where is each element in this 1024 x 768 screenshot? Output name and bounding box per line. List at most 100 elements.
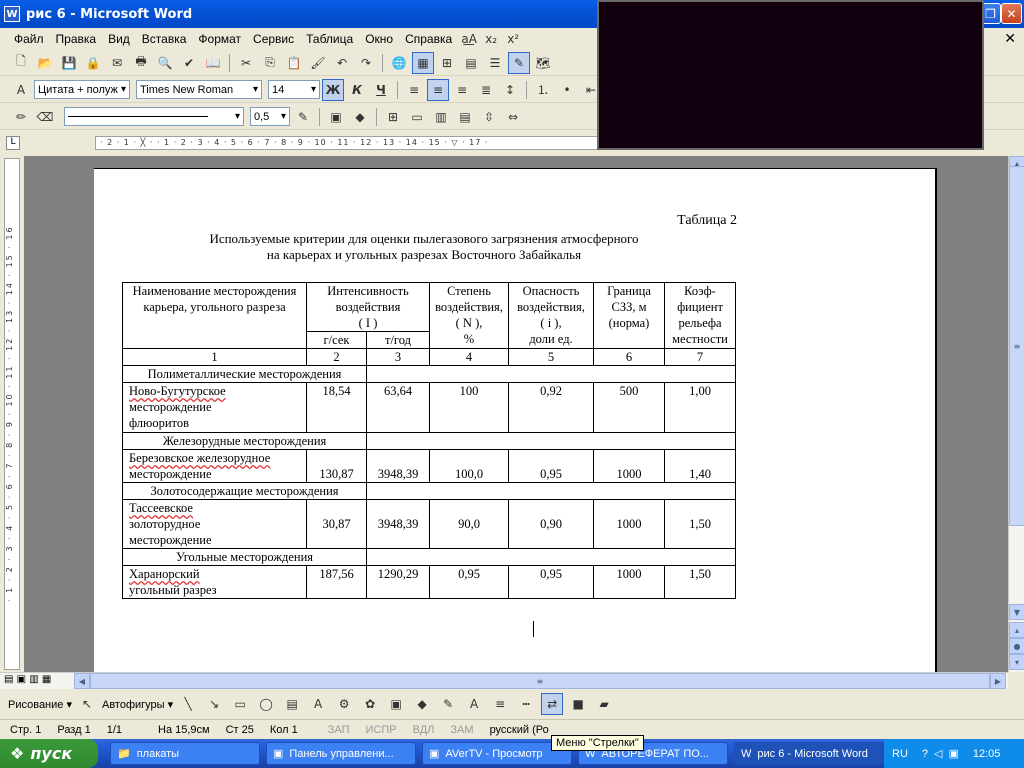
italic-icon[interactable]: К [346, 79, 368, 101]
cut-icon[interactable]: ✂ [235, 52, 257, 74]
scroll-left-button[interactable]: ◀ [74, 673, 90, 689]
vertical-ruler[interactable]: · 1 · 2 · 3 · 4 · 5 · 6 · 7 · 8 · 9 · 10… [4, 158, 20, 670]
line-width-combo[interactable]: 0,5 [250, 107, 290, 126]
styles-icon[interactable]: A [10, 79, 32, 101]
menu-help[interactable]: Справка [399, 32, 458, 46]
tab-selector-icon[interactable]: L [6, 136, 20, 150]
subscript-icon[interactable]: x₂ [480, 28, 502, 50]
drawing-icon[interactable]: ✎ [508, 51, 530, 74]
font-size-combo[interactable]: 14 [268, 80, 320, 99]
distribute-columns-icon[interactable]: ⇔ [502, 106, 524, 128]
picture-icon[interactable]: ▣ [385, 693, 407, 715]
bullets-icon[interactable]: • [556, 79, 578, 101]
clipart-icon[interactable]: ✿ [359, 693, 381, 715]
document-close-button[interactable]: ✕ [1004, 31, 1016, 47]
align-right-icon[interactable]: ≡ [451, 79, 473, 101]
columns-icon[interactable]: ☰ [484, 52, 506, 74]
research-icon[interactable]: 📖 [202, 52, 224, 74]
diagram-icon[interactable]: ⚙ [333, 693, 355, 715]
line-spacing-icon[interactable]: ↕ [499, 79, 521, 101]
font-combo[interactable]: Times New Roman [136, 80, 262, 99]
copy-icon[interactable]: ⎘ [259, 52, 281, 74]
menu-file[interactable]: Файл [8, 32, 50, 46]
status-trk[interactable]: ИСПР [366, 724, 397, 736]
bold-icon[interactable]: Ж [322, 78, 344, 101]
language-indicator[interactable]: RU [892, 748, 908, 760]
arrow-icon[interactable]: ↘ [203, 693, 225, 715]
oval-icon[interactable]: ◯ [255, 693, 277, 715]
insert-excel-icon[interactable]: ▤ [460, 52, 482, 74]
insert-table-icon[interactable]: ⊞ [436, 52, 458, 74]
permission-icon[interactable]: 🔒 [82, 52, 104, 74]
align-center-icon[interactable]: ≡ [427, 78, 449, 101]
superscript-icon[interactable]: x² [502, 28, 524, 50]
arrow-style-icon[interactable]: ⇄ [541, 693, 564, 715]
merge-cells-icon[interactable]: ▭ [406, 106, 428, 128]
tables-borders-icon[interactable]: ▦ [412, 51, 434, 74]
menu-window[interactable]: Окно [359, 32, 399, 46]
3d-icon[interactable]: ▰ [593, 693, 615, 715]
select-browse-object-button[interactable]: ● [1009, 638, 1024, 654]
autoshapes-menu[interactable]: Автофигуры ▾ [102, 698, 173, 711]
new-document-icon[interactable]: 🗋 [10, 52, 32, 74]
volume-icon[interactable]: ◁ [934, 747, 942, 760]
save-icon[interactable]: 💾 [58, 52, 80, 74]
align-left-icon[interactable]: ≡ [403, 79, 425, 101]
open-icon[interactable]: 📂 [34, 52, 56, 74]
hscroll-thumb[interactable]: ≡ [90, 673, 990, 689]
scroll-down-button[interactable]: ▼ [1009, 604, 1024, 620]
print-preview-icon[interactable]: 🔍 [154, 52, 176, 74]
menu-table[interactable]: Таблица [300, 32, 359, 46]
line-icon[interactable]: ╲ [177, 693, 199, 715]
document-page[interactable]: Таблица 2 Используемые критерии для оцен… [94, 168, 937, 672]
prev-page-button[interactable]: ▴ [1009, 622, 1024, 638]
eraser-icon[interactable]: ⌫ [34, 106, 56, 128]
spelling-icon[interactable]: ✔ [178, 52, 200, 74]
align-cells-icon[interactable]: ▤ [454, 106, 476, 128]
view-buttons[interactable]: ▤ ▣ ▥ ▦ [4, 674, 51, 685]
help-icon[interactable]: ? [922, 748, 928, 760]
close-button[interactable]: ✕ [1001, 3, 1022, 24]
next-page-button[interactable]: ▾ [1009, 654, 1024, 670]
insert-table-2-icon[interactable]: ⊞ [382, 106, 404, 128]
font-color-icon[interactable]: A [463, 693, 485, 715]
print-icon[interactable]: 🖶 [130, 52, 152, 74]
menu-format[interactable]: Формат [192, 32, 247, 46]
textbox-icon[interactable]: ▤ [281, 693, 303, 715]
paste-icon[interactable]: 📋 [283, 52, 305, 74]
justify-icon[interactable]: ≣ [475, 79, 497, 101]
vertical-scrollbar[interactable]: ▲ ≡ ▼ ▴ ● ▾ [1008, 156, 1024, 672]
status-ext[interactable]: ВДЛ [413, 724, 435, 736]
wordart-icon[interactable]: A [307, 693, 329, 715]
menu-edit[interactable]: Правка [50, 32, 103, 46]
line-style-combo[interactable] [64, 107, 244, 126]
border-color-icon[interactable]: ✎ [292, 106, 314, 128]
draw-menu[interactable]: Рисование ▾ [8, 698, 72, 711]
taskbar-item-control-panel[interactable]: ▣ Панель управлени... [266, 742, 416, 765]
distribute-rows-icon[interactable]: ⇳ [478, 106, 500, 128]
horizontal-scrollbar[interactable]: ▤ ▣ ▥ ▦ ◀ ≡ ▶ [0, 672, 1008, 689]
redo-icon[interactable]: ↷ [355, 52, 377, 74]
taskbar-item-word[interactable]: Wрис 6 - Microsoft Word [734, 742, 884, 765]
rectangle-icon[interactable]: ▭ [229, 693, 251, 715]
document-map-icon[interactable]: 🗺 [532, 52, 554, 74]
line-style-icon[interactable]: ≡ [489, 693, 511, 715]
underline-icon[interactable]: Ч [370, 79, 392, 101]
abc-icon[interactable]: a͟A [458, 28, 480, 50]
shading-icon[interactable]: ◆ [349, 106, 371, 128]
start-button[interactable]: ❖ пуск [0, 739, 98, 768]
line-color-icon[interactable]: ✎ [437, 693, 459, 715]
menu-tools[interactable]: Сервис [247, 32, 300, 46]
taskbar-item-avertv[interactable]: ▣ AVerTV - Просмотр [422, 742, 572, 765]
status-rec[interactable]: ЗАП [328, 724, 350, 736]
video-overlay-window[interactable] [597, 0, 984, 150]
scroll-thumb[interactable]: ≡ [1009, 166, 1024, 526]
dash-style-icon[interactable]: ┅ [515, 693, 537, 715]
select-objects-icon[interactable]: ↖ [76, 693, 98, 715]
status-ovr[interactable]: ЗАМ [450, 724, 473, 736]
word-app-icon[interactable]: W [4, 6, 20, 22]
menu-view[interactable]: Вид [102, 32, 136, 46]
hyperlink-icon[interactable]: 🌐 [388, 52, 410, 74]
style-combo[interactable]: Цитата + полуж [34, 80, 130, 99]
numbering-icon[interactable]: ⒈ [532, 79, 554, 101]
